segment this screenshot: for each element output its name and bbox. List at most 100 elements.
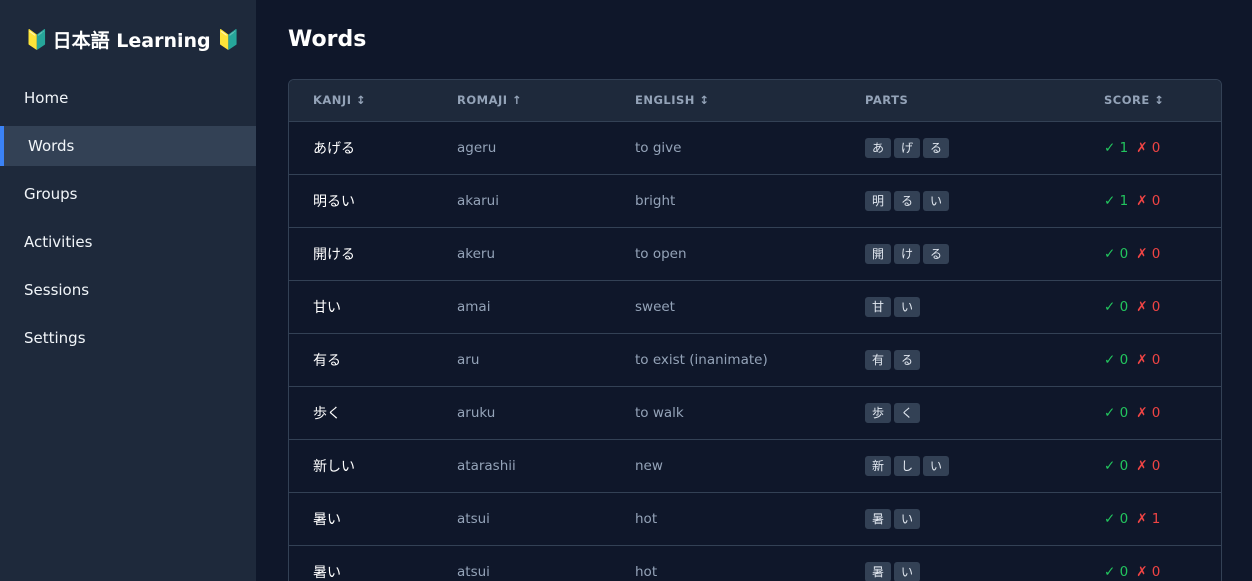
correct-count: ✓ 0: [1104, 298, 1129, 315]
cell-romaji: atsui: [457, 510, 490, 527]
cell-kanji[interactable]: 歩く: [289, 386, 433, 439]
part-chip: け: [894, 243, 921, 264]
cell-kanji[interactable]: 暑い: [289, 545, 433, 581]
beginner-mark-icon: 🔰: [216, 28, 241, 51]
sidebar-item-settings[interactable]: Settings: [0, 318, 256, 358]
correct-count: ✓ 0: [1104, 510, 1129, 527]
part-chip: い: [894, 561, 921, 581]
part-chip: 甘: [865, 296, 892, 317]
wrong-count: ✗ 0: [1136, 192, 1161, 209]
column-header-english[interactable]: ENGLISH ↕: [611, 80, 841, 121]
cell-score: ✓ 0 ✗ 0: [1080, 439, 1221, 492]
table-body: あげる ageru to give あげる ✓ 1 ✗ 0 明るい akarui bright 明…: [289, 121, 1221, 581]
table-row[interactable]: 歩く aruku to walk 歩く ✓ 0 ✗ 0: [289, 386, 1221, 439]
wrong-count: ✗ 0: [1136, 139, 1161, 156]
table-row[interactable]: 新しい atarashii new 新しい ✓ 0 ✗ 0: [289, 439, 1221, 492]
table-row[interactable]: 有る aru to exist (inanimate) 有る ✓ 0 ✗ 0: [289, 333, 1221, 386]
cell-english: sweet: [635, 298, 675, 315]
sidebar-item-sessions[interactable]: Sessions: [0, 270, 256, 310]
sidebar-item-words[interactable]: Words: [0, 126, 256, 166]
correct-count: ✓ 1: [1104, 192, 1129, 209]
sidebar-item-home[interactable]: Home: [0, 78, 256, 118]
wrong-count: ✗ 0: [1136, 298, 1161, 315]
sidebar-item-activities[interactable]: Activities: [0, 222, 256, 262]
table-row[interactable]: 暑い atsui hot 暑い ✓ 0 ✗ 0: [289, 545, 1221, 581]
cell-parts: 新しい: [841, 439, 1080, 492]
correct-count: ✓ 1: [1104, 139, 1129, 156]
correct-count: ✓ 0: [1104, 351, 1129, 368]
cell-parts: 甘い: [841, 280, 1080, 333]
column-header-score[interactable]: SCORE ↕: [1080, 80, 1221, 121]
cell-kanji[interactable]: 暑い: [289, 492, 433, 545]
part-chip: く: [894, 402, 921, 423]
column-header-parts: PARTS: [865, 93, 909, 108]
part-chip: 明: [865, 190, 892, 211]
part-chip: い: [923, 455, 950, 476]
cell-english: to walk: [635, 404, 684, 421]
cell-score: ✓ 0 ✗ 0: [1080, 386, 1221, 439]
correct-count: ✓ 0: [1104, 404, 1129, 421]
sidebar-item-groups[interactable]: Groups: [0, 174, 256, 214]
cell-english: hot: [635, 510, 658, 527]
cell-score: ✓ 1 ✗ 0: [1080, 174, 1221, 227]
cell-english: to give: [635, 139, 682, 156]
cell-english: bright: [635, 192, 676, 209]
app-title: 日本語 Learning: [52, 29, 211, 52]
wrong-count: ✗ 0: [1136, 563, 1161, 580]
cell-score: ✓ 0 ✗ 0: [1080, 333, 1221, 386]
table-row[interactable]: あげる ageru to give あげる ✓ 1 ✗ 0: [289, 121, 1221, 174]
sidebar-nav: Home Words Groups Activities Sessions Se…: [0, 78, 256, 358]
column-header-romaji[interactable]: ROMAJI ↑: [433, 80, 611, 121]
cell-romaji: amai: [457, 298, 491, 315]
correct-count: ✓ 0: [1104, 563, 1129, 580]
cell-kanji[interactable]: 明るい: [289, 174, 433, 227]
cell-english: hot: [635, 563, 658, 580]
cell-kanji[interactable]: 有る: [289, 333, 433, 386]
part-chip: る: [894, 349, 921, 370]
cell-parts: あげる: [841, 121, 1080, 174]
wrong-count: ✗ 0: [1136, 245, 1161, 262]
cell-score: ✓ 0 ✗ 0: [1080, 280, 1221, 333]
beginner-mark-icon: 🔰: [25, 28, 49, 51]
table-row[interactable]: 開ける akeru to open 開ける ✓ 0 ✗ 0: [289, 227, 1221, 280]
part-chip: 暑: [865, 561, 892, 581]
table-row[interactable]: 暑い atsui hot 暑い ✓ 0 ✗ 1: [289, 492, 1221, 545]
table-header-row: KANJI ↕ ROMAJI ↑ ENGLISH ↕ PARTS SCORE ↕: [289, 80, 1221, 121]
cell-kanji[interactable]: あげる: [289, 121, 433, 174]
part-chip: い: [894, 508, 921, 529]
words-table: KANJI ↕ ROMAJI ↑ ENGLISH ↕ PARTS SCORE ↕…: [289, 80, 1221, 581]
cell-parts: 暑い: [841, 492, 1080, 545]
table-row[interactable]: 甘い amai sweet 甘い ✓ 0 ✗ 0: [289, 280, 1221, 333]
table-row[interactable]: 明るい akarui bright 明るい ✓ 1 ✗ 0: [289, 174, 1221, 227]
part-chip: 新: [865, 455, 892, 476]
correct-count: ✓ 0: [1104, 457, 1129, 474]
cell-english: to open: [635, 245, 687, 262]
part-chip: る: [923, 137, 950, 158]
part-chip: る: [923, 243, 950, 264]
cell-score: ✓ 1 ✗ 0: [1080, 121, 1221, 174]
cell-kanji[interactable]: 新しい: [289, 439, 433, 492]
cell-kanji[interactable]: 甘い: [289, 280, 433, 333]
cell-parts: 暑い: [841, 545, 1080, 581]
cell-parts: 開ける: [841, 227, 1080, 280]
cell-romaji: aruku: [457, 404, 496, 421]
part-chip: 有: [865, 349, 892, 370]
cell-parts: 有る: [841, 333, 1080, 386]
sidebar: 🔰 日本語 Learning 🔰 Home Words Groups Activ…: [0, 0, 256, 581]
cell-score: ✓ 0 ✗ 1: [1080, 492, 1221, 545]
part-chip: い: [923, 190, 950, 211]
part-chip: い: [894, 296, 921, 317]
cell-romaji: atsui: [457, 563, 490, 580]
cell-romaji: aru: [457, 351, 480, 368]
wrong-count: ✗ 0: [1136, 351, 1161, 368]
part-chip: 歩: [865, 402, 892, 423]
cell-romaji: akarui: [457, 192, 499, 209]
column-header-kanji[interactable]: KANJI ↕: [289, 80, 433, 121]
cell-score: ✓ 0 ✗ 0: [1080, 227, 1221, 280]
app-brand[interactable]: 🔰 日本語 Learning 🔰: [0, 0, 256, 78]
cell-parts: 歩く: [841, 386, 1080, 439]
cell-score: ✓ 0 ✗ 0: [1080, 545, 1221, 581]
cell-english: to exist (inanimate): [635, 351, 768, 368]
cell-kanji[interactable]: 開ける: [289, 227, 433, 280]
cell-romaji: akeru: [457, 245, 496, 262]
